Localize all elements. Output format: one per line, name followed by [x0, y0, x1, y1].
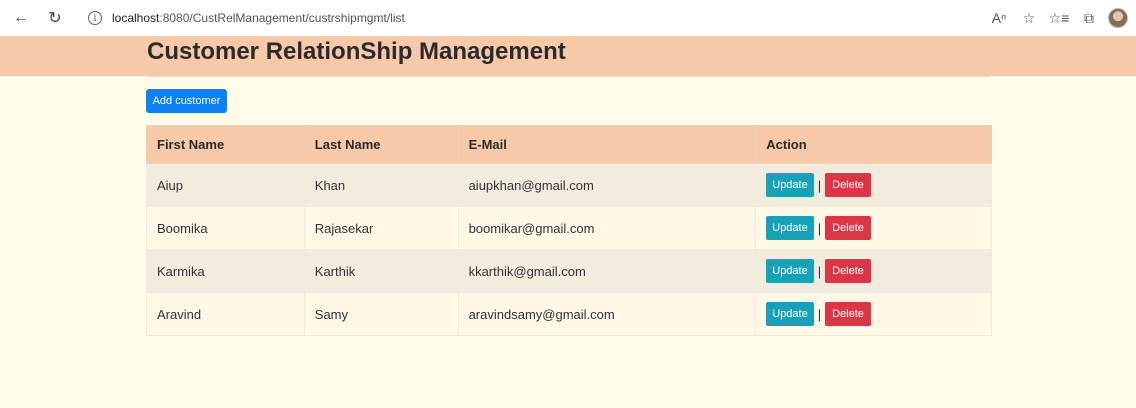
action-separator: | [817, 306, 822, 322]
profile-avatar-icon[interactable] [1108, 8, 1128, 28]
column-header-first-name: First Name [146, 125, 305, 164]
cell-first-name: Aiup [146, 163, 305, 207]
cell-email: boomikar@gmail.com [457, 206, 757, 250]
back-arrow-icon[interactable]: ← [8, 5, 34, 31]
reload-icon[interactable]: ↻ [42, 5, 68, 31]
read-aloud-icon[interactable]: Aⁿ [984, 0, 1014, 36]
browser-toolbar: ← ↻ i localhost:8080/CustRelManagement/c… [0, 0, 1136, 36]
cell-action: Update | Delete [755, 206, 992, 250]
action-separator: | [817, 220, 822, 236]
delete-button[interactable]: Delete [825, 259, 871, 283]
cell-last-name: Samy [303, 292, 459, 336]
url-path: :8080/CustRelManagement/custrshipmgmt/li… [159, 11, 405, 25]
add-customer-button[interactable]: Add customer [146, 89, 227, 113]
cell-first-name: Karmika [146, 249, 305, 293]
table-row: Aiup Khan aiupkhan@gmail.com Update | De… [146, 163, 992, 207]
address-bar[interactable]: i localhost:8080/CustRelManagement/custr… [78, 6, 984, 30]
url-host: localhost [112, 11, 160, 25]
column-header-email: E-Mail [457, 125, 757, 164]
collections-icon[interactable]: ⧉ [1074, 0, 1104, 36]
add-favorite-icon[interactable]: ☆ [1014, 0, 1044, 36]
cell-email: aravindsamy@gmail.com [457, 292, 757, 336]
info-icon[interactable]: i [88, 11, 102, 25]
update-button[interactable]: Update [766, 216, 814, 240]
cell-email: aiupkhan@gmail.com [457, 163, 757, 207]
url-text[interactable]: localhost:8080/CustRelManagement/custrsh… [112, 11, 405, 25]
cell-last-name: Rajasekar [303, 206, 459, 250]
cell-action: Update | Delete [755, 292, 992, 336]
cell-first-name: Boomika [146, 206, 305, 250]
update-button[interactable]: Update [766, 173, 814, 197]
column-header-last-name: Last Name [303, 125, 459, 164]
cell-action: Update | Delete [755, 249, 992, 293]
cell-email: kkarthik@gmail.com [457, 249, 757, 293]
cell-last-name: Khan [303, 163, 459, 207]
delete-button[interactable]: Delete [825, 216, 871, 240]
delete-button[interactable]: Delete [825, 173, 871, 197]
table-row: Boomika Rajasekar boomikar@gmail.com Upd… [146, 206, 992, 250]
action-separator: | [817, 177, 822, 193]
customer-table: First Name Last Name E-Mail Action Aiup … [146, 125, 992, 336]
table-row: Karmika Karthik kkarthik@gmail.com Updat… [146, 249, 992, 293]
update-button[interactable]: Update [766, 259, 814, 283]
update-button[interactable]: Update [766, 302, 814, 326]
header-divider [147, 76, 991, 77]
cell-last-name: Karthik [303, 249, 459, 293]
table-header-row: First Name Last Name E-Mail Action [146, 125, 992, 164]
table-row: Aravind Samy aravindsamy@gmail.com Updat… [146, 292, 992, 336]
page-title: Customer RelationShip Management [147, 38, 566, 65]
cell-first-name: Aravind [146, 292, 305, 336]
column-header-action: Action [755, 125, 992, 164]
favorites-icon[interactable]: ☆≡ [1044, 0, 1074, 36]
delete-button[interactable]: Delete [825, 302, 871, 326]
cell-action: Update | Delete [755, 163, 992, 207]
action-separator: | [817, 263, 822, 279]
